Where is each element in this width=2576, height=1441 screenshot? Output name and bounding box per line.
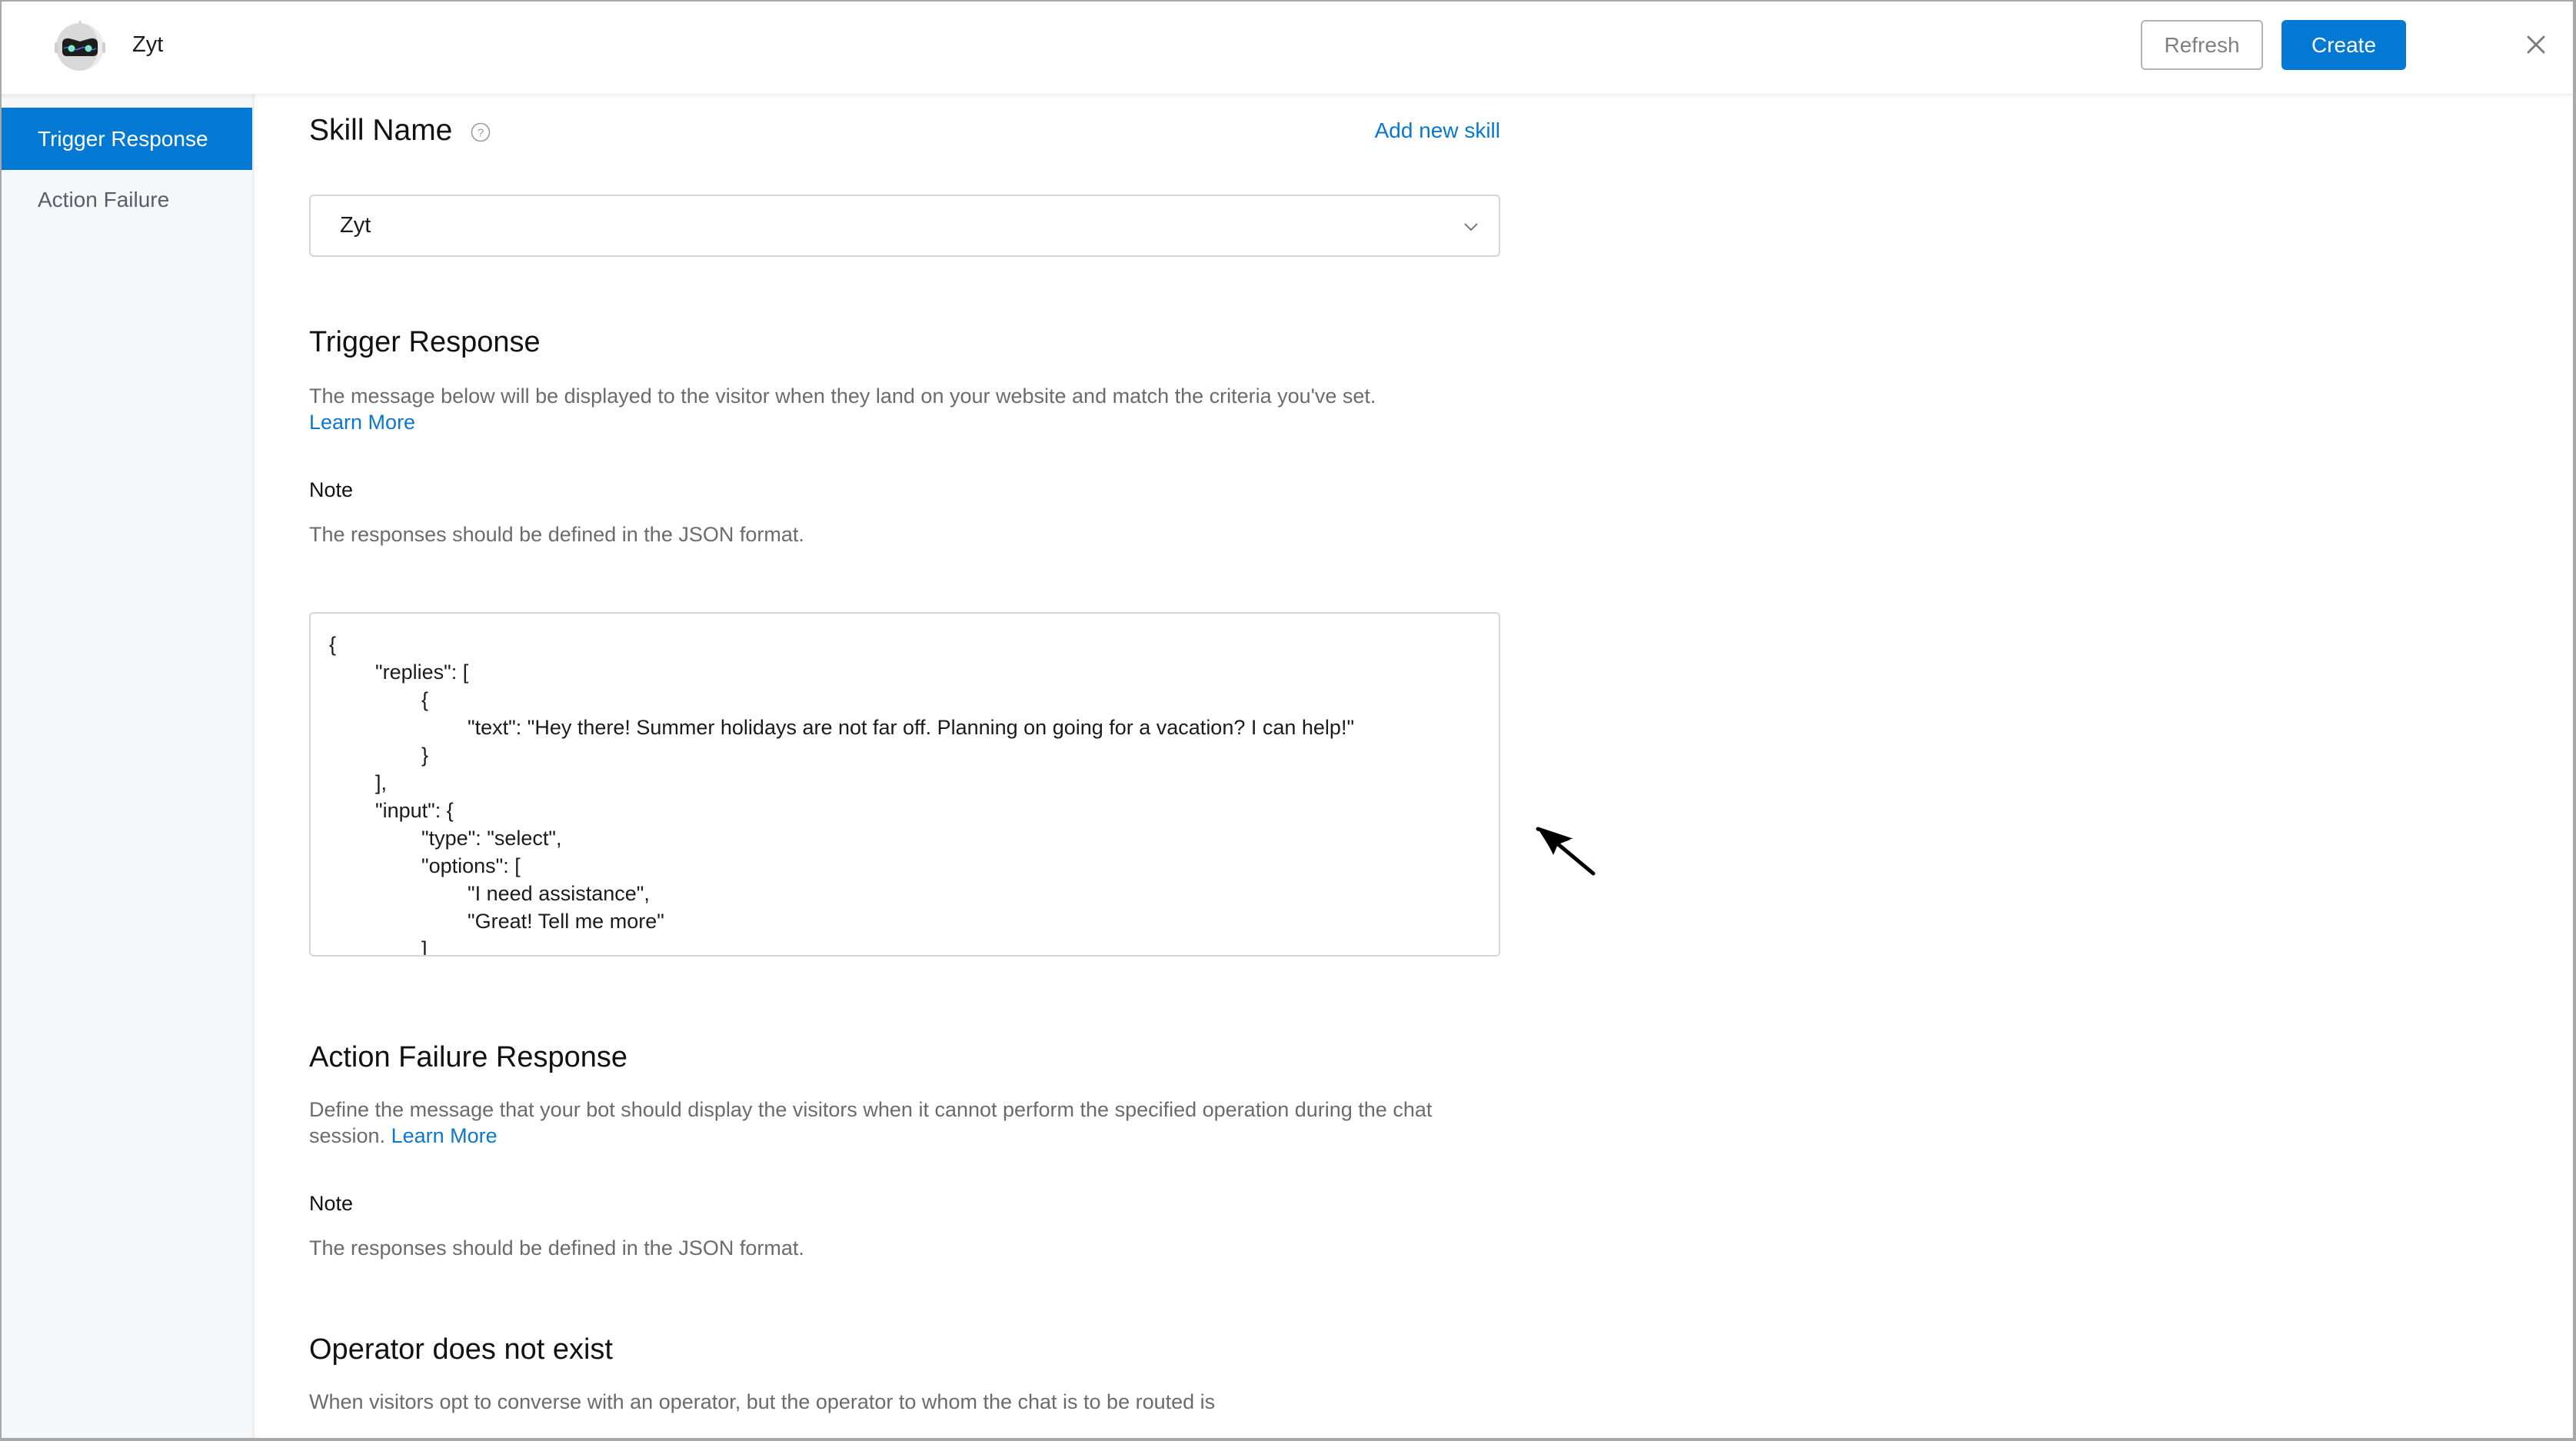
add-new-skill-link[interactable]: Add new skill xyxy=(1375,118,1500,143)
svg-text:?: ? xyxy=(478,127,484,140)
action-failure-heading: Action Failure Response xyxy=(309,1041,627,1073)
trigger-json-content: { "replies": [ { "text": "Hey there! Sum… xyxy=(329,633,1355,957)
trigger-note-text: The responses should be defined in the J… xyxy=(309,523,804,546)
skill-select[interactable]: Zyt xyxy=(309,195,1500,257)
operator-heading: Operator does not exist xyxy=(309,1333,613,1366)
trigger-response-heading: Trigger Response xyxy=(309,326,541,358)
trigger-learn-more-link[interactable]: Learn More xyxy=(309,411,415,434)
trigger-note-label: Note xyxy=(309,478,354,501)
trigger-response-description: The message below will be displayed to t… xyxy=(309,383,1509,435)
action-failure-note-text: The responses should be defined in the J… xyxy=(309,1236,804,1260)
sidebar: Trigger Response Action Failure xyxy=(2,94,255,1441)
skill-select-value: Zyt xyxy=(340,213,371,238)
action-failure-learn-more-link[interactable]: Learn More xyxy=(391,1124,498,1147)
skill-name-heading: Skill Name xyxy=(309,114,453,147)
operator-description: When visitors opt to converse with an op… xyxy=(309,1390,1216,1413)
close-icon[interactable] xyxy=(2522,31,2550,58)
refresh-button[interactable]: Refresh xyxy=(2141,20,2263,70)
create-button[interactable]: Create xyxy=(2281,20,2406,70)
bot-avatar-icon xyxy=(55,20,105,71)
sidebar-item-action-failure[interactable]: Action Failure xyxy=(2,168,252,231)
action-failure-description: Define the message that your bot should … xyxy=(309,1097,1505,1149)
top-bar: Zyt Refresh Create xyxy=(0,0,2576,95)
app-title: Zyt xyxy=(132,32,164,57)
mouse-cursor-icon xyxy=(1536,827,1596,876)
sidebar-item-trigger-response[interactable]: Trigger Response xyxy=(2,108,252,170)
trigger-json-editor[interactable]: { "replies": [ { "text": "Hey there! Sum… xyxy=(309,612,1500,957)
question-circle-icon[interactable]: ? xyxy=(471,122,491,142)
action-failure-note-label: Note xyxy=(309,1192,354,1215)
trigger-description-text: The message below will be displayed to t… xyxy=(309,384,1376,408)
chevron-down-icon xyxy=(1464,223,1478,231)
